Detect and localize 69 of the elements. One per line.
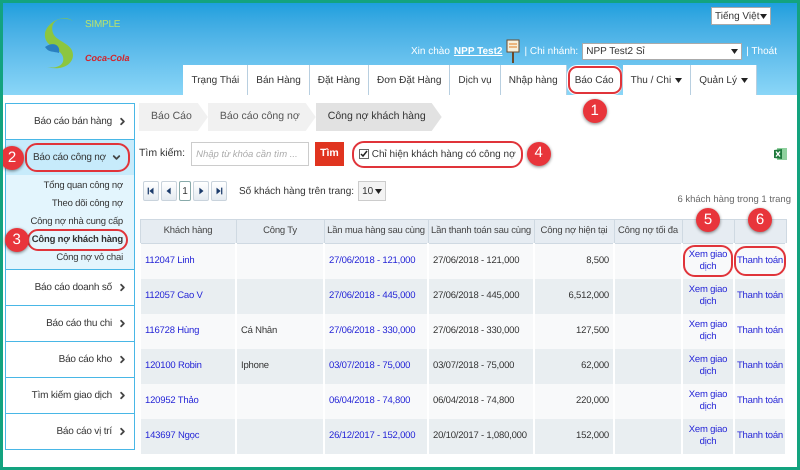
column-header: Lần thanh toán sau cùng <box>428 220 534 244</box>
brand-text: Coca-Cola <box>85 52 130 65</box>
step-number-badge: 1 <box>582 99 607 123</box>
table-cell[interactable]: 26/12/2017 - 152,000 <box>324 418 428 454</box>
signpost-icon <box>506 39 520 63</box>
step-number-badge: 6 <box>748 208 772 232</box>
submenu-item[interactable]: Theo dõi công nợ <box>48 195 126 213</box>
branch-select[interactable]: NPP Test2 Sỉ <box>582 42 742 60</box>
nav-tab[interactable]: Quản Lý <box>691 65 757 95</box>
step-number-badge: 2 <box>3 146 24 170</box>
view-transactions-link[interactable]: Xem giao dịch <box>685 422 731 450</box>
caret-icon <box>760 14 767 18</box>
debt-filter-checkbox[interactable]: Chỉ hiện khách hàng có công nợ <box>354 142 521 166</box>
chevron-down-icon <box>111 152 122 163</box>
step-number-badge: 3 <box>4 228 29 252</box>
view-transactions-link[interactable]: Xem giao dịch <box>685 352 731 380</box>
branch-label: | Chi nhánh: <box>524 44 578 58</box>
breadcrumb-link[interactable]: Báo Cáo <box>139 103 208 131</box>
view-transactions-link[interactable]: Xem giao dịch <box>685 247 731 276</box>
table-cell: 152,000 <box>534 418 614 454</box>
nav-tab[interactable]: Đơn Đặt Hàng <box>369 65 450 95</box>
nav-tab[interactable]: Bán Hàng <box>248 65 310 95</box>
nav-tab[interactable]: Thu / Chi <box>622 65 692 95</box>
payment-link[interactable]: Thanh toán <box>736 388 784 414</box>
caret-icon <box>731 48 738 54</box>
nav-tab[interactable]: Đặt Hàng <box>310 65 370 95</box>
skip-right-arrow-icon <box>214 185 224 197</box>
first-page-button[interactable] <box>143 181 159 201</box>
submenu-item[interactable]: Công nợ vỏ chai <box>53 249 126 267</box>
payment-link[interactable]: Thanh toán <box>736 282 784 310</box>
submenu-item[interactable]: Công nợ nhà cung cấp <box>27 213 126 231</box>
table-cell[interactable]: 143697 Ngọc <box>140 418 236 454</box>
result-summary: 6 khách hàng trong 1 trang <box>677 192 791 207</box>
nav-tab[interactable]: Nhập hàng <box>500 65 567 95</box>
breadcrumb-link[interactable]: Công nợ khách hàng <box>316 103 442 131</box>
search-label: Tìm kiếm: <box>139 146 186 162</box>
submenu-item[interactable]: Công nợ khách hàng <box>28 231 126 249</box>
nav-tab[interactable]: Dịch vụ <box>450 65 501 95</box>
search-field[interactable]: Nhập từ khóa cần tìm ... <box>191 142 310 166</box>
column-header: Khách hàng <box>140 220 236 244</box>
page-size-label: Số khách hàng trên trang: <box>239 184 354 198</box>
page-size-select[interactable]: 10 <box>358 181 386 201</box>
nav-tab[interactable]: Báo Cáo <box>566 65 623 95</box>
prev-page-button[interactable] <box>161 181 177 201</box>
step-number-badge: 4 <box>526 142 551 166</box>
payment-link[interactable]: Thanh toán <box>736 422 784 450</box>
last-page-button[interactable] <box>211 181 227 201</box>
logo-text: SIMPLE <box>85 18 122 32</box>
view-transactions-link[interactable]: Xem giao dịch <box>685 317 731 345</box>
payment-link[interactable]: Thanh toán <box>736 352 784 380</box>
view-transactions-link[interactable]: Xem giao dịch <box>685 282 731 310</box>
view-transactions-link[interactable]: Xem giao dịch <box>685 387 731 415</box>
table-cell: 20/10/2017 - 1,080,000 <box>428 418 534 454</box>
breadcrumb-link[interactable]: Báo cáo công nợ <box>208 103 316 131</box>
submenu-item[interactable]: Tổng quan công nợ <box>40 177 126 195</box>
skip-left-arrow-icon <box>146 185 156 197</box>
next-page-button[interactable] <box>193 181 209 201</box>
nav-tab[interactable]: Trạng Thái <box>183 65 248 95</box>
payment-link[interactable]: Thanh toán <box>736 318 784 344</box>
check-icon <box>360 150 368 158</box>
language-select[interactable]: Tiếng Việt <box>711 7 771 25</box>
current-page[interactable]: 1 <box>179 181 191 201</box>
step-number-badge: 5 <box>696 208 720 232</box>
search-button[interactable]: Tìm <box>315 142 344 166</box>
caret-icon <box>375 188 382 194</box>
greeting-text: Xin chào <box>411 44 450 58</box>
spreadsheet-icon[interactable] <box>774 147 787 161</box>
checkbox[interactable] <box>358 149 369 159</box>
payment-link[interactable]: Thanh toán <box>736 248 784 274</box>
